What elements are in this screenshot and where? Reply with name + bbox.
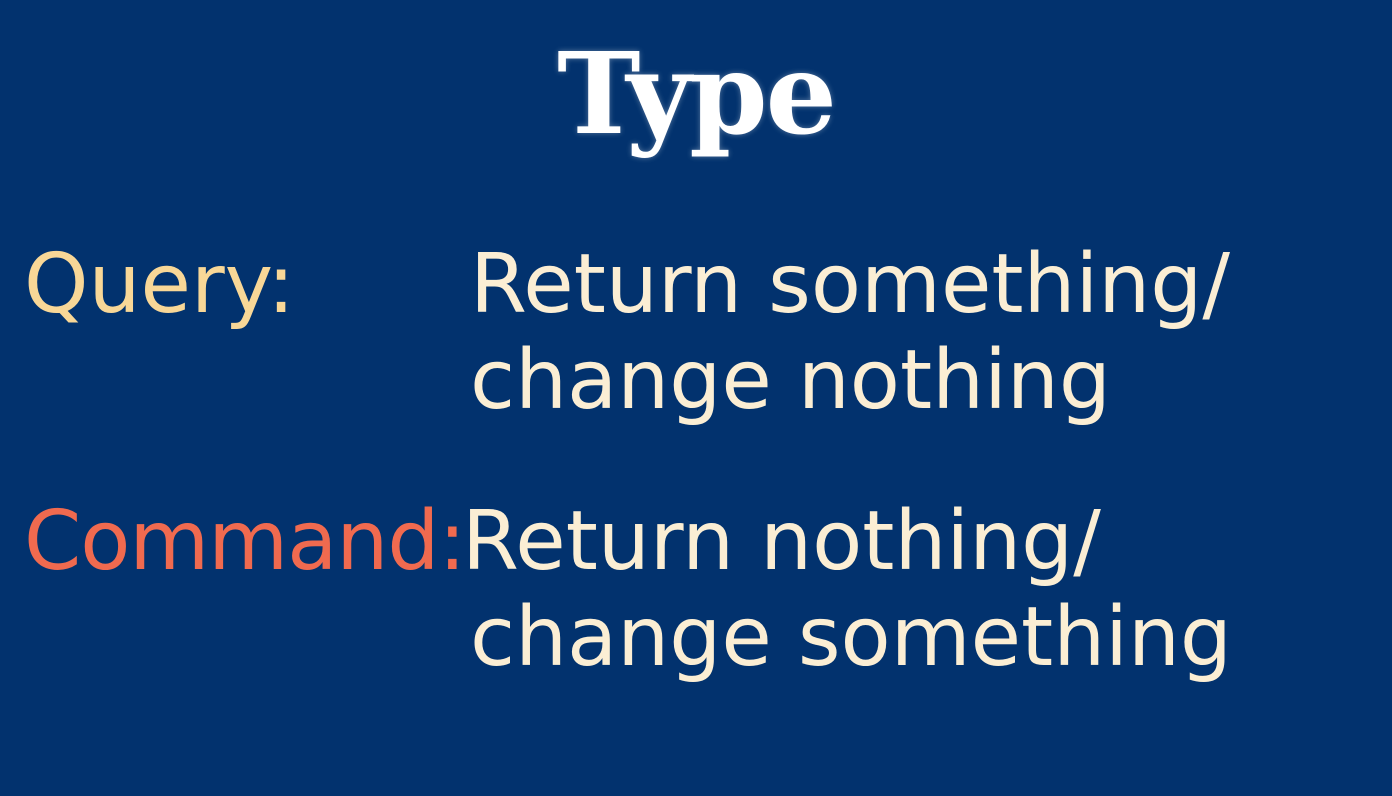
command-description: Return nothing/ change something	[462, 494, 1232, 686]
query-description-line-2: change nothing	[470, 333, 1111, 428]
command-description-line-2: change something	[470, 590, 1232, 685]
query-label: Query:	[24, 237, 295, 332]
query-description: Return something/ change nothing	[470, 237, 1230, 429]
command-description-line-1: Return nothing/	[462, 494, 1101, 589]
slide: Type Query: Return something/ change not…	[0, 0, 1392, 796]
query-description-line-1: Return something/	[470, 237, 1230, 332]
command-label: Command:	[24, 494, 466, 589]
slide-title: Type	[557, 29, 837, 160]
